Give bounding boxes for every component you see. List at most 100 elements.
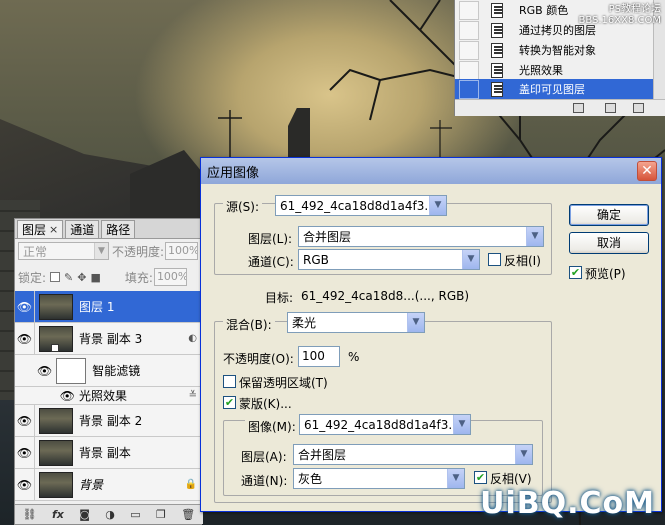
list-toolbar: [455, 99, 665, 116]
visibility-toggle[interactable]: [459, 20, 479, 40]
blend-label: 混合(B):: [223, 316, 275, 333]
layer-thumbnail: [39, 471, 73, 498]
source-layer-value: 合并图层: [303, 230, 352, 244]
list-item-label: 盖印可见图层: [519, 83, 585, 96]
dialog-title-bar[interactable]: 应用图像 ✕: [201, 158, 661, 184]
filter-options-icon[interactable]: ≚: [189, 390, 197, 401]
dialog-title: 应用图像: [207, 165, 260, 181]
visibility-toggle[interactable]: [459, 79, 479, 99]
tab-layers[interactable]: 图层 ×: [17, 220, 64, 238]
blend-value: 柔光: [292, 316, 317, 330]
list-item-label: 转换为智能对象: [519, 44, 596, 57]
preserve-transparency-checkbox[interactable]: [223, 375, 236, 388]
mask-layer-select[interactable]: 合并图层 ▼: [293, 444, 533, 465]
layers-toolbar: ⛓ fx ◙ ◑ ▭ ❐ 🗑: [15, 504, 203, 524]
filter-row[interactable]: 👁 光照效果 ≚: [15, 387, 203, 405]
move-icon[interactable]: ✥: [77, 271, 86, 284]
close-button[interactable]: ✕: [637, 161, 657, 181]
layer-row[interactable]: 👁 背景 副本 2: [15, 405, 203, 437]
layer-name: 背景: [79, 478, 104, 492]
eye-icon[interactable]: 👁: [15, 387, 75, 404]
mask-checkbox[interactable]: ✔: [223, 396, 236, 409]
opacity-label: 不透明度(O):: [223, 352, 294, 366]
filter-name: 光照效果: [79, 389, 128, 403]
lock-row: 锁定: ✎ ✥ ■ 填充: 100%: [18, 267, 199, 287]
tab-channels[interactable]: 通道: [65, 220, 100, 238]
fx-icon[interactable]: fx: [52, 508, 64, 521]
blend-select[interactable]: 柔光 ▼: [287, 312, 425, 333]
link-icon[interactable]: ⛓: [23, 508, 37, 521]
new-layer-icon[interactable]: ❐: [156, 508, 166, 521]
mask-channel-value: 灰色: [298, 472, 323, 486]
list-item[interactable]: 转换为智能对象: [455, 40, 665, 60]
layer-thumbnail: [39, 407, 73, 434]
layer-name: 背景 副本 3: [79, 332, 143, 346]
mask-icon[interactable]: ◙: [79, 508, 90, 521]
document-icon: [489, 2, 505, 18]
eye-icon[interactable]: 👁: [15, 437, 35, 468]
chevron-down-icon: ▼: [453, 415, 470, 434]
source-invert-checkbox[interactable]: [488, 253, 501, 266]
lock-icon[interactable]: ■: [90, 271, 100, 284]
chevron-down-icon: ▼: [447, 469, 464, 488]
ok-button[interactable]: 确定: [569, 204, 649, 226]
source-layer-select[interactable]: 合并图层 ▼: [298, 226, 544, 247]
source-channel-value: RGB: [303, 252, 329, 267]
layer-row[interactable]: 👁 图层 1: [15, 291, 203, 323]
source-invert-label: 反相(I): [504, 254, 541, 268]
blend-mode-value: 正常: [23, 244, 48, 259]
opacity-input[interactable]: 100: [298, 346, 340, 367]
tab-label: 通道: [70, 223, 95, 237]
visibility-toggle[interactable]: [459, 0, 479, 20]
layer-row[interactable]: 👁 背景 副本 3 ◐: [15, 323, 203, 355]
mask-invert-checkbox[interactable]: ✔: [474, 471, 487, 484]
apply-image-dialog: 应用图像 ✕ 源(S): 61_492_4ca18d8d1a4f3... ▼ 图…: [200, 157, 662, 512]
opacity-input[interactable]: 100%: [165, 242, 199, 260]
blend-mode-select[interactable]: 正常 ▼: [18, 242, 109, 260]
visibility-toggle[interactable]: [459, 60, 479, 80]
brush-icon[interactable]: ✎: [64, 271, 73, 284]
visibility-toggle[interactable]: [459, 40, 479, 60]
eye-icon[interactable]: 👁: [15, 405, 35, 436]
layer-name: 背景 副本 2: [79, 414, 143, 428]
smart-filter-indicator-icon: ◐: [188, 333, 197, 344]
mask-image-label: 图像(M):: [245, 418, 299, 435]
trash-icon[interactable]: 🗑: [181, 508, 195, 521]
filter-mask-thumbnail: [56, 357, 87, 384]
source-select[interactable]: 61_492_4ca18d8d1a4f3... ▼: [275, 195, 447, 216]
eye-icon[interactable]: 👁: [15, 469, 35, 500]
list-item[interactable]: 光照效果: [455, 60, 665, 80]
lock-transparency-icon[interactable]: [50, 272, 61, 282]
layer-thumbnail: [39, 439, 73, 466]
camera-icon[interactable]: [605, 103, 616, 113]
tab-label: 图层: [22, 223, 47, 237]
mask-layer-value: 合并图层: [298, 448, 347, 462]
list-item-selected[interactable]: 盖印可见图层: [455, 79, 665, 99]
mask-layer-label: 图层(A):: [241, 450, 287, 464]
mask-image-select[interactable]: 61_492_4ca18d8d1a4f3... ▼: [299, 414, 471, 435]
layer-row[interactable]: 👁 背景 副本: [15, 437, 203, 469]
eye-icon[interactable]: 👁: [37, 364, 52, 378]
mask-image-value: 61_492_4ca18d8d1a4f3...: [304, 417, 460, 432]
document-icon: [489, 62, 505, 78]
site-watermark: PS教程论坛 BBS.16XX8.COM: [578, 4, 661, 26]
preview-checkbox[interactable]: ✔: [569, 266, 582, 279]
close-icon[interactable]: ×: [49, 223, 58, 236]
panel-tabs: 图层 × 通道 路径: [15, 219, 201, 239]
layer-row[interactable]: 👁 背景 🔒: [15, 469, 203, 501]
snapshot-icon[interactable]: [573, 103, 584, 113]
folder-icon[interactable]: ▭: [130, 508, 140, 521]
fill-input[interactable]: 100%: [153, 268, 187, 286]
eye-icon[interactable]: 👁: [15, 323, 35, 354]
mask-channel-select[interactable]: 灰色 ▼: [293, 468, 465, 489]
eye-icon[interactable]: 👁: [15, 291, 35, 322]
document-icon: [489, 42, 505, 58]
adjustment-icon[interactable]: ◑: [105, 508, 115, 521]
cancel-button[interactable]: 取消: [569, 232, 649, 254]
layer-row[interactable]: 👁 智能滤镜: [15, 355, 203, 387]
source-channel-select[interactable]: RGB ▼: [298, 249, 480, 270]
trash-icon[interactable]: [633, 103, 644, 113]
tab-paths[interactable]: 路径: [101, 220, 136, 238]
target-value: 61_492_4ca18d8...(..., RGB): [301, 289, 470, 303]
layer-thumbnail: [39, 293, 73, 320]
